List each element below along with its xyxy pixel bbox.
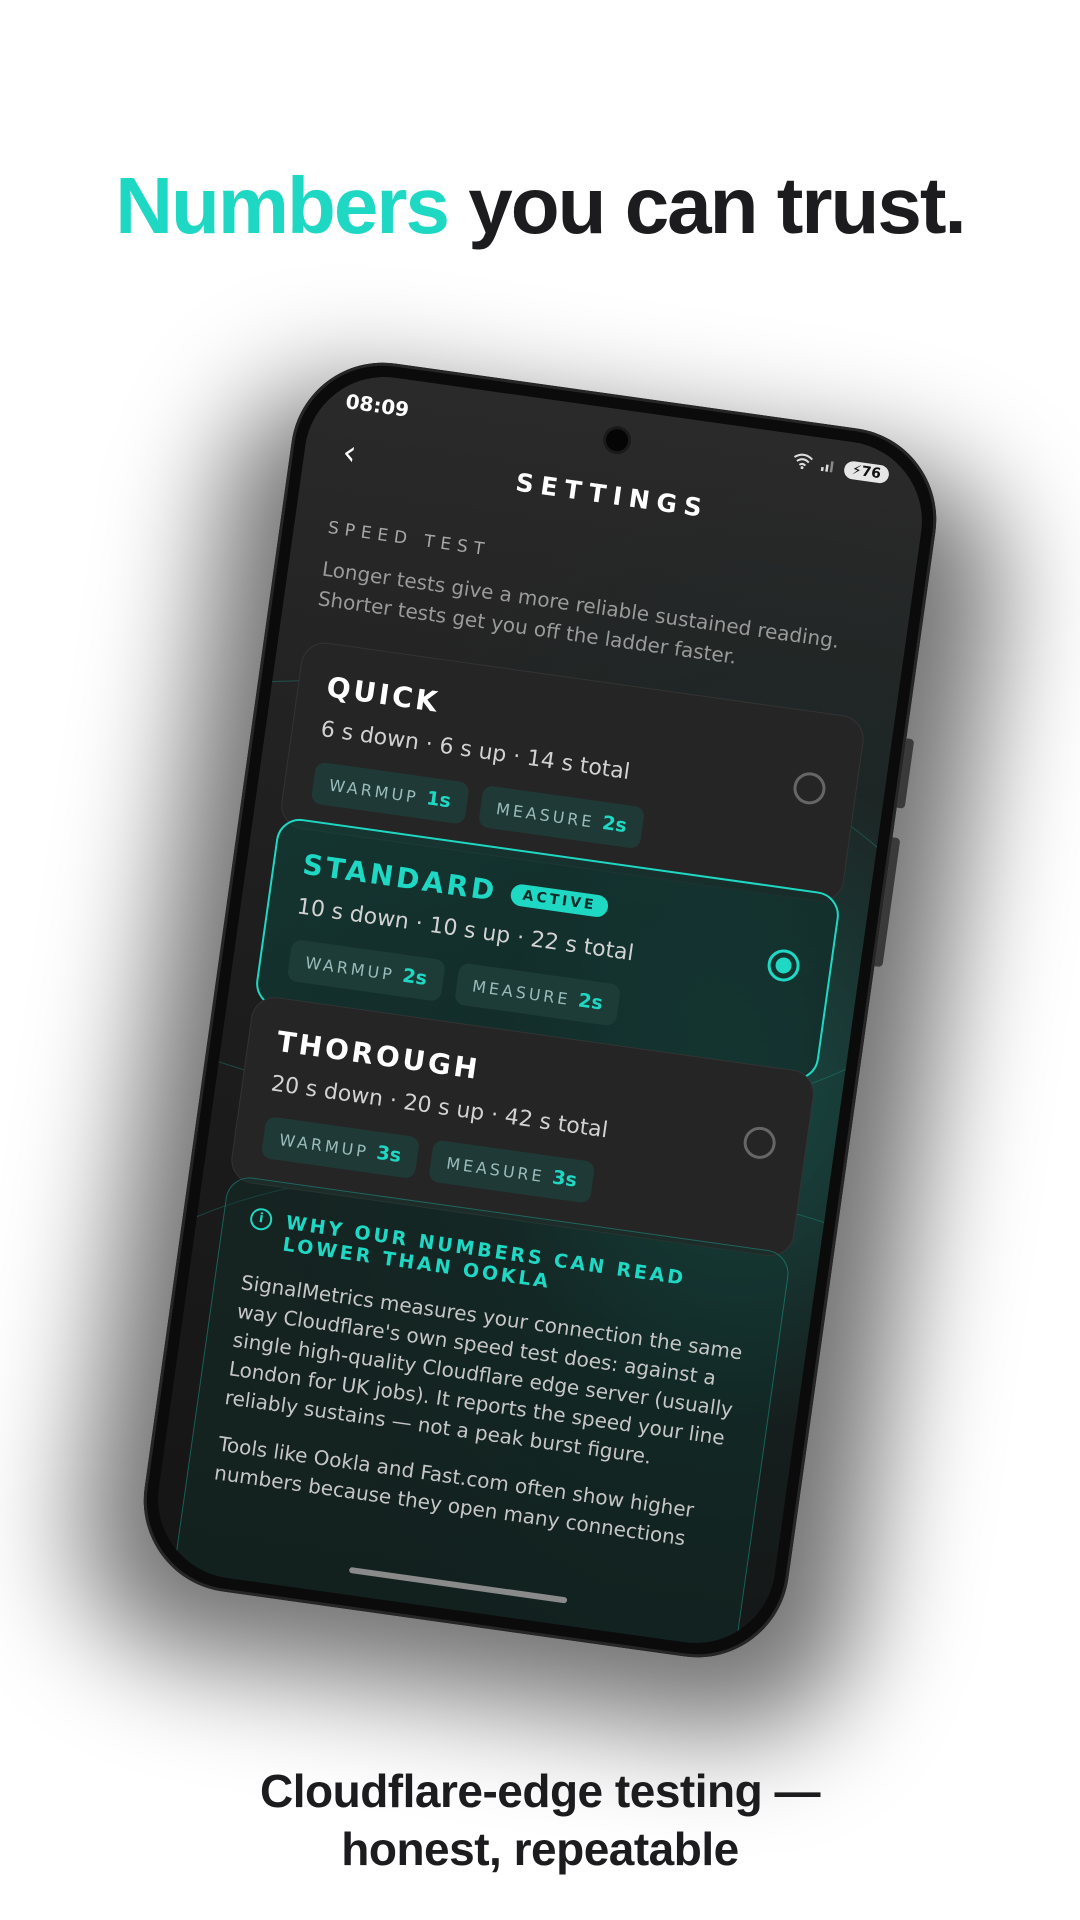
measure-pill: MEASURE 2s — [453, 962, 622, 1027]
warmup-pill: WARMUP 3s — [260, 1115, 420, 1180]
headline-accent: Numbers — [115, 161, 450, 250]
section-label: SPEED TEST — [326, 517, 492, 561]
measure-pill: MEASURE 3s — [427, 1139, 596, 1204]
headline-rest: you can trust. — [468, 161, 967, 250]
measure-pill: MEASURE 2s — [477, 784, 646, 850]
caption: Cloudflare-edge testing — honest, repeat… — [0, 1762, 1080, 1878]
battery-level: 76 — [860, 463, 882, 483]
active-badge: ACTIVE — [509, 882, 610, 918]
info-icon: i — [248, 1206, 274, 1232]
wifi-icon — [791, 452, 814, 475]
battery-icon: ⚡76 — [842, 460, 891, 485]
status-time: 08:09 — [344, 389, 411, 422]
status-icons: ⚡76 — [791, 452, 891, 485]
caption-line-2: honest, repeatable — [341, 1823, 739, 1875]
caption-line-1: Cloudflare-edge testing — — [260, 1765, 820, 1817]
signal-icon — [819, 456, 838, 478]
warmup-pill: WARMUP 2s — [286, 938, 446, 1002]
warmup-pill: WARMUP 1s — [310, 761, 470, 825]
camera-cutout — [604, 427, 630, 453]
headline: Numbers you can trust. — [0, 160, 1080, 252]
info-panel: i WHY OUR NUMBERS CAN READ LOWER THAN OO… — [170, 1174, 792, 1654]
